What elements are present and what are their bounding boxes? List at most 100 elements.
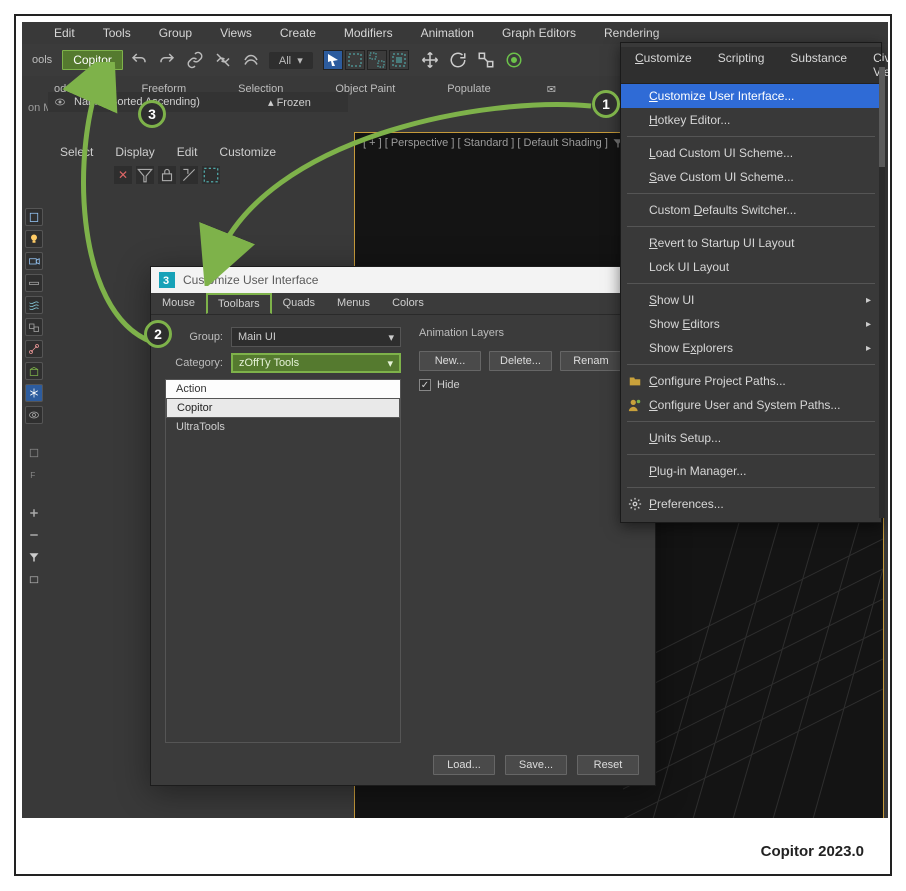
cui-title-text: Customize User Interface bbox=[183, 273, 318, 287]
scene-filter-icon[interactable] bbox=[136, 166, 154, 184]
cui-titlebar[interactable]: 3 Customize User Interface ? bbox=[151, 267, 655, 293]
cui-hide-checkbox[interactable]: ✓Hide bbox=[419, 379, 641, 391]
dropdown-item-1[interactable]: Hotkey Editor... bbox=[621, 108, 881, 132]
scene-tab-display[interactable]: Display bbox=[111, 143, 158, 161]
lt-container-icon[interactable] bbox=[25, 362, 43, 380]
dropdown-header: Customize Scripting Substance Civil View bbox=[621, 47, 881, 84]
cui-load-button[interactable]: Load... bbox=[433, 755, 495, 775]
cui-delete-button[interactable]: Delete... bbox=[489, 351, 552, 371]
scene-close-icon[interactable]: ✕ bbox=[114, 166, 132, 184]
menu-edit[interactable]: Edit bbox=[40, 23, 89, 43]
cui-tab-colors[interactable]: Colors bbox=[381, 293, 435, 314]
step-badge-1: 1 bbox=[592, 90, 620, 118]
dropdown-item-4[interactable]: Save Custom UI Scheme... bbox=[621, 165, 881, 189]
menu-create[interactable]: Create bbox=[266, 23, 330, 43]
cui-tab-mouse[interactable]: Mouse bbox=[151, 293, 206, 314]
menu-scripting[interactable]: Scripting bbox=[718, 51, 765, 79]
lt-camera-icon[interactable] bbox=[25, 252, 43, 270]
cui-action-ultratools[interactable]: UltraTools bbox=[166, 418, 400, 436]
link-icon[interactable] bbox=[184, 49, 206, 71]
dropdown-item-11[interactable]: Show UI bbox=[621, 288, 881, 312]
placement-icon[interactable] bbox=[503, 49, 525, 71]
lt-square-icon[interactable] bbox=[25, 444, 43, 462]
scale-icon[interactable] bbox=[475, 49, 497, 71]
select-rect-icon[interactable] bbox=[345, 50, 365, 70]
dropdown-item-12[interactable]: Show Editors bbox=[621, 312, 881, 336]
lt-spacewarp-icon[interactable] bbox=[25, 296, 43, 314]
dropdown-item-13[interactable]: Show Explorers bbox=[621, 336, 881, 360]
menu-group[interactable]: Group bbox=[145, 23, 206, 43]
dropdown-item-16[interactable]: Configure User and System Paths... bbox=[621, 393, 881, 417]
unlink-icon[interactable] bbox=[212, 49, 234, 71]
menu-views[interactable]: Views bbox=[206, 23, 266, 43]
dropdown-item-15[interactable]: Configure Project Paths... bbox=[621, 369, 881, 393]
menu-rendering[interactable]: Rendering bbox=[590, 23, 673, 43]
lt-box-icon[interactable] bbox=[25, 570, 43, 588]
cui-group-label: Group: bbox=[165, 331, 223, 343]
step-badge-2: 2 bbox=[144, 320, 172, 348]
cui-category-dropdown[interactable]: zOffTy Tools▾ bbox=[231, 353, 401, 373]
cui-rename-button[interactable]: Renam bbox=[560, 351, 622, 371]
lt-funnel-icon[interactable] bbox=[25, 548, 43, 566]
menu-tools[interactable]: Tools bbox=[89, 23, 145, 43]
lt-helper-icon[interactable] bbox=[25, 274, 43, 292]
cui-action-listbox[interactable]: Action Copitor UltraTools bbox=[165, 379, 401, 743]
cui-new-button[interactable]: New... bbox=[419, 351, 481, 371]
app-window: Edit Tools Group Views Create Modifiers … bbox=[22, 22, 888, 818]
menu-grapheditors[interactable]: Graph Editors bbox=[488, 23, 590, 43]
move-icon[interactable] bbox=[419, 49, 441, 71]
cui-tab-menus[interactable]: Menus bbox=[326, 293, 381, 314]
step-badge-3: 3 bbox=[138, 100, 166, 128]
dropdown-item-9[interactable]: Lock UI Layout bbox=[621, 255, 881, 279]
scene-lock-icon[interactable] bbox=[158, 166, 176, 184]
lt-hidden-icon[interactable] bbox=[25, 406, 43, 424]
lt-bone-icon[interactable] bbox=[25, 340, 43, 358]
scene-column-header[interactable]: Name (Sorted Ascending) ▴ Frozen bbox=[48, 92, 348, 112]
redo-icon[interactable] bbox=[156, 49, 178, 71]
bind-icon[interactable] bbox=[240, 49, 262, 71]
dropdown-item-20[interactable]: Plug-in Manager... bbox=[621, 459, 881, 483]
rotate-icon[interactable] bbox=[447, 49, 469, 71]
select-object-icon[interactable] bbox=[323, 50, 343, 70]
envelope-icon[interactable]: ✉ bbox=[547, 83, 556, 96]
lt-plus-icon[interactable] bbox=[25, 504, 43, 522]
cui-tab-quads[interactable]: Quads bbox=[272, 293, 326, 314]
dropdown-item-6[interactable]: Custom Defaults Switcher... bbox=[621, 198, 881, 222]
scene-tab-select[interactable]: Select bbox=[56, 143, 97, 161]
menu-modifiers[interactable]: Modifiers bbox=[330, 23, 407, 43]
menu-animation[interactable]: Animation bbox=[407, 23, 488, 43]
menu-substance[interactable]: Substance bbox=[790, 51, 847, 79]
menubar: Edit Tools Group Views Create Modifiers … bbox=[22, 22, 888, 44]
copitor-toolbar-button[interactable]: Copitor bbox=[62, 50, 123, 70]
dropdown-item-18[interactable]: Units Setup... bbox=[621, 426, 881, 450]
cui-group-dropdown[interactable]: Main UI▾ bbox=[231, 327, 401, 347]
dropdown-item-0[interactable]: Customize User Interface... bbox=[621, 84, 881, 108]
dropdown-item-8[interactable]: Revert to Startup UI Layout bbox=[621, 231, 881, 255]
scene-col-frozen[interactable]: ▴ Frozen bbox=[268, 96, 348, 109]
dropdown-item-3[interactable]: Load Custom UI Scheme... bbox=[621, 141, 881, 165]
menu-customize[interactable]: Customize bbox=[635, 51, 692, 79]
dropdown-scrollbar[interactable] bbox=[879, 61, 885, 518]
scene-tab-edit[interactable]: Edit bbox=[173, 143, 202, 161]
scene-select-icon[interactable] bbox=[202, 166, 220, 184]
cui-tab-toolbars[interactable]: Toolbars bbox=[206, 293, 272, 314]
cui-save-button[interactable]: Save... bbox=[505, 755, 567, 775]
viewport-label[interactable]: [ + ] [ Perspective ] [ Standard ] [ Def… bbox=[363, 137, 624, 149]
dropdown-item-22[interactable]: Preferences... bbox=[621, 492, 881, 516]
lt-clipboard-icon[interactable] bbox=[25, 208, 43, 226]
lt-letter-icon[interactable]: F bbox=[25, 466, 43, 484]
cui-reset-button[interactable]: Reset bbox=[577, 755, 639, 775]
lt-group-icon[interactable] bbox=[25, 318, 43, 336]
select-window-icon[interactable] bbox=[367, 50, 387, 70]
scene-col-name[interactable]: Name (Sorted Ascending) bbox=[72, 96, 268, 108]
ribbon-populate[interactable]: Populate bbox=[421, 83, 516, 95]
scene-tab-customize[interactable]: Customize bbox=[215, 143, 280, 161]
lt-frozen-icon[interactable] bbox=[25, 384, 43, 402]
undo-icon[interactable] bbox=[128, 49, 150, 71]
scene-pick-icon[interactable] bbox=[180, 166, 198, 184]
lt-light-icon[interactable] bbox=[25, 230, 43, 248]
cui-action-copitor[interactable]: Copitor bbox=[166, 398, 400, 418]
lt-minus-icon[interactable] bbox=[25, 526, 43, 544]
select-crossing-icon[interactable] bbox=[389, 50, 409, 70]
selection-filter-dropdown[interactable]: All ▾ bbox=[269, 52, 313, 69]
